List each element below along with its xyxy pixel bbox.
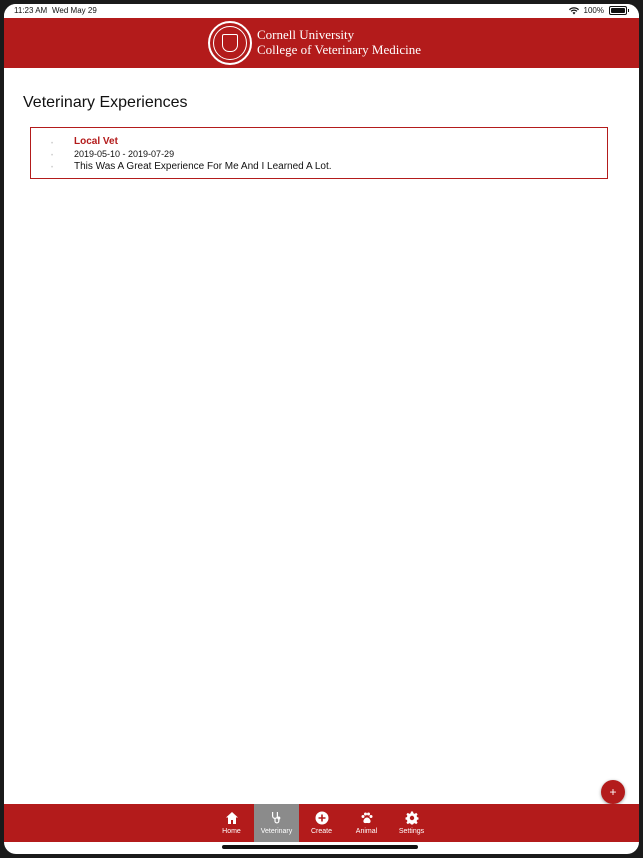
stethoscope-icon xyxy=(271,812,280,824)
brand-line-university: Cornell University xyxy=(257,27,355,42)
status-right: 100% xyxy=(568,6,629,15)
tab-veterinary-label: Veterinary xyxy=(260,828,293,835)
tab-veterinary[interactable]: Veterinary xyxy=(254,804,299,842)
add-experience-button[interactable]: + xyxy=(601,780,625,804)
status-time: 11:23 AM xyxy=(14,6,48,15)
cornell-seal-logo xyxy=(208,21,252,65)
device-screen: 11:23 AM Wed May 29 100% Cornell Univers… xyxy=(4,4,639,854)
battery-icon xyxy=(609,6,627,15)
tab-create[interactable]: Create xyxy=(299,804,344,842)
seal-inner-ring xyxy=(213,26,247,60)
home-icon xyxy=(225,812,238,824)
battery-percent: 100% xyxy=(583,6,604,15)
app-header: Cornell University College of Veterinary… xyxy=(4,18,639,68)
tab-create-label: Create xyxy=(310,828,332,835)
tab-settings-label: Settings xyxy=(398,828,425,835)
shield-icon xyxy=(222,34,238,52)
plus-circle-icon xyxy=(315,811,328,825)
home-indicator[interactable] xyxy=(222,845,418,849)
experience-name: Local Vet xyxy=(74,136,118,147)
wifi-icon xyxy=(568,6,579,14)
page-title: Veterinary Experiences xyxy=(23,94,188,111)
drag-handle-icon: • • • xyxy=(51,141,54,171)
gear-icon xyxy=(405,811,418,825)
experience-card[interactable]: • • • Local Vet 2019-05-10 - 2019-07-29 Th… xyxy=(30,127,608,179)
status-bar: 11:23 AM Wed May 29 100% xyxy=(4,4,639,18)
paw-icon xyxy=(361,812,372,824)
experience-description: This Was A Great Experience For Me And I… xyxy=(74,161,332,172)
tab-home[interactable]: Home xyxy=(209,804,254,842)
brand-text: Cornell University College of Veterinary… xyxy=(257,27,421,57)
tab-bar: Home Veterinary Create Animal Settings xyxy=(4,804,639,842)
tab-animal[interactable]: Animal xyxy=(344,804,389,842)
status-date: Wed May 29 xyxy=(52,6,97,15)
experience-dates: 2019-05-10 - 2019-07-29 xyxy=(74,149,175,159)
tab-animal-label: Animal xyxy=(355,828,378,835)
brand-line-college: College of Veterinary Medicine xyxy=(257,42,422,57)
battery-tip xyxy=(628,9,629,12)
tab-home-label: Home xyxy=(222,828,241,835)
tab-settings[interactable]: Settings xyxy=(389,804,434,842)
